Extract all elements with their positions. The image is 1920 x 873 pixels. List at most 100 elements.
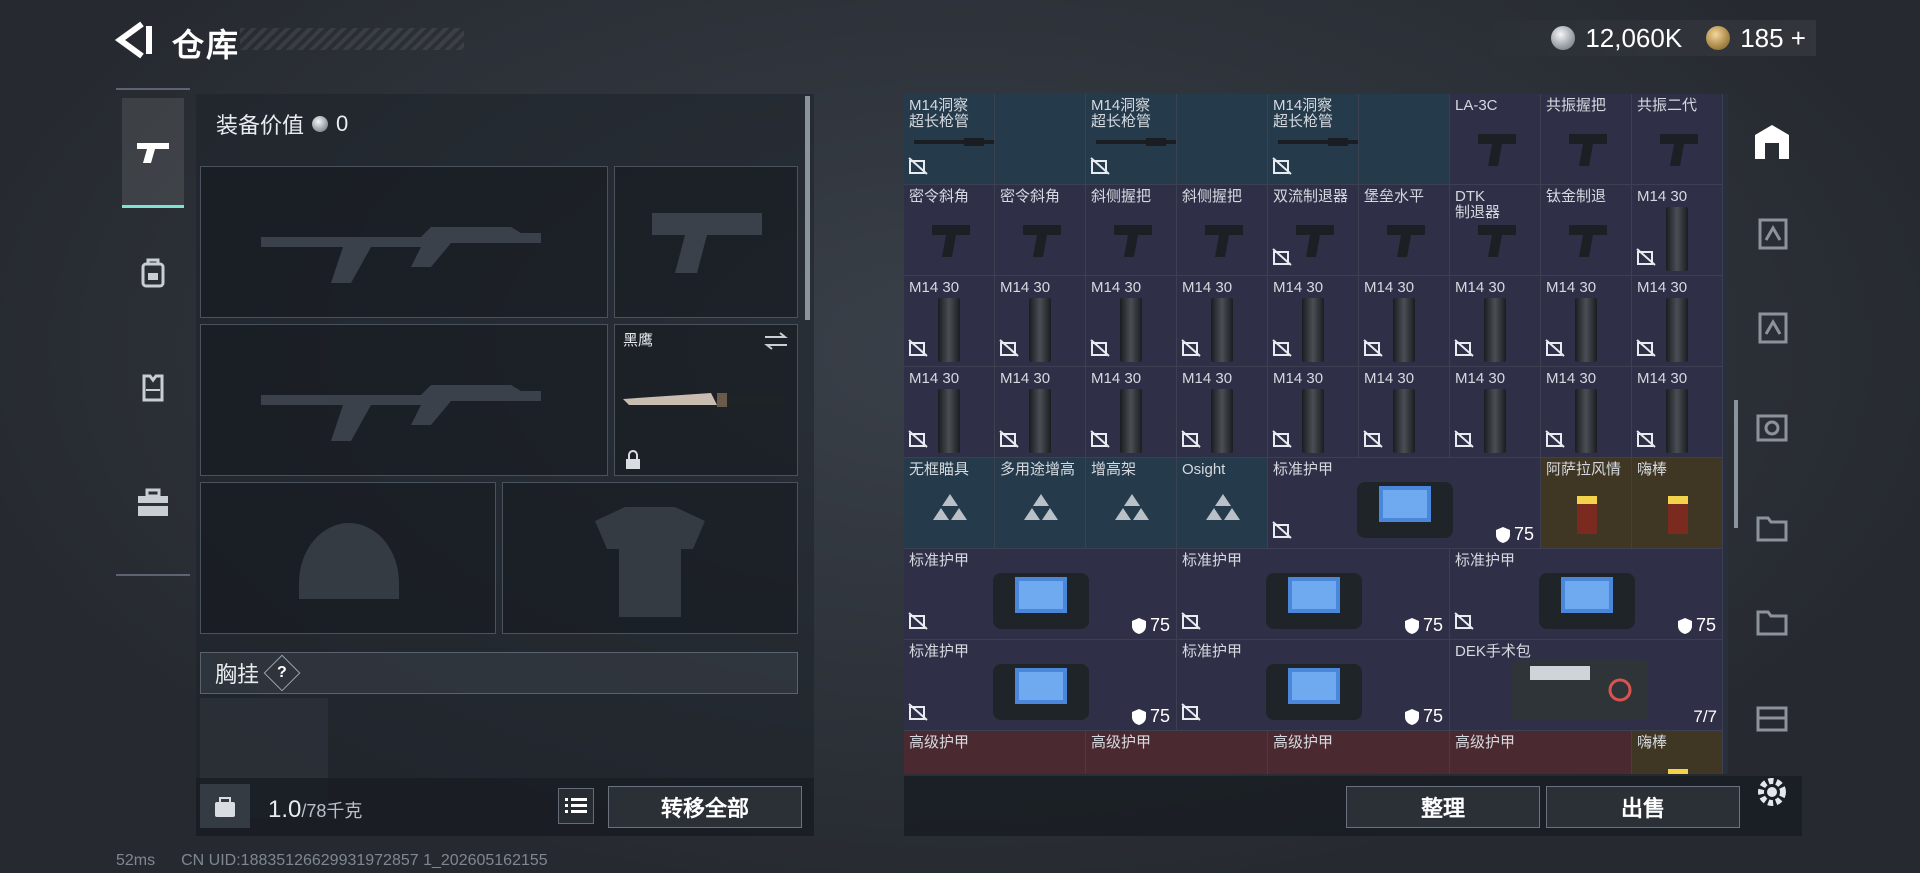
inventory-item[interactable]: M14 30 [1086, 276, 1177, 367]
primary-weapon-slot[interactable] [200, 166, 608, 318]
help-icon[interactable]: ? [263, 654, 301, 692]
inventory-item[interactable]: M14 30 [1359, 367, 1450, 458]
not-insured-icon [1090, 430, 1110, 453]
armor-durability-value: 75 [1513, 524, 1534, 544]
inventory-item[interactable]: LA-3C [1450, 94, 1541, 185]
body-armor-slot[interactable] [502, 482, 798, 634]
inventory-item[interactable]: 密令斜角 [995, 185, 1086, 276]
inventory-item[interactable] [995, 94, 1086, 185]
inventory-item[interactable]: 阿萨拉风情 [1541, 458, 1632, 549]
inventory-item[interactable]: DEK手术包 7/7 [1450, 640, 1723, 731]
inventory-item[interactable]: 嗨棒 [1632, 458, 1723, 549]
inventory-item[interactable] [1359, 94, 1450, 185]
sell-button[interactable]: 出售 [1546, 786, 1740, 828]
inventory-item[interactable]: M14 30 [1177, 276, 1268, 367]
inventory-item[interactable]: M14 30 [1268, 367, 1359, 458]
item-name: M14 30 [1273, 370, 1324, 387]
inventory-item[interactable]: 增高架 [1086, 458, 1177, 549]
inventory-item[interactable]: M14洞察 超长枪管 [904, 94, 995, 185]
inventory-item[interactable]: 标准护甲 75 [904, 640, 1177, 731]
inventory-item[interactable]: M14 30 [1632, 367, 1723, 458]
tab-case[interactable] [122, 448, 184, 558]
tab-storage-4[interactable] [1744, 384, 1800, 472]
tab-armor[interactable] [122, 332, 184, 442]
transfer-all-button[interactable]: 转移全部 [608, 786, 802, 828]
tab-storage-main[interactable] [1744, 98, 1800, 186]
item-name: M14 30 [1182, 279, 1233, 296]
tab-storage-7[interactable] [1744, 674, 1800, 762]
tab-storage-5[interactable] [1744, 484, 1800, 572]
settings-button[interactable] [1752, 772, 1792, 812]
inventory-item[interactable]: M14洞察 超长枪管 [1268, 94, 1359, 185]
inventory-item[interactable]: 堡垒水平 [1359, 185, 1450, 276]
inventory-item[interactable]: M14 30 [1541, 367, 1632, 458]
inventory-item[interactable]: DTK 制退器 [1450, 185, 1541, 276]
warehouse-icon [1755, 125, 1789, 159]
magazine-icon [1666, 298, 1688, 362]
inventory-item[interactable]: M14 30 [995, 367, 1086, 458]
not-insured-icon [908, 612, 928, 635]
inventory-item[interactable]: M14 30 [1450, 276, 1541, 367]
inventory-item[interactable]: M14 30 [995, 276, 1086, 367]
swap-icon[interactable] [763, 331, 789, 351]
inventory-item[interactable]: 标准护甲 75 [1177, 549, 1450, 640]
inventory-item[interactable]: 共振握把 [1541, 94, 1632, 185]
inventory-item[interactable]: 标准护甲 75 [1450, 549, 1723, 640]
inventory-item[interactable]: M14 30 [1541, 276, 1632, 367]
inventory-item[interactable]: 高级护甲 [904, 731, 1086, 774]
secondary-weapon-slot[interactable] [200, 324, 608, 476]
inventory-item[interactable]: 嗨棒 [1632, 731, 1723, 774]
melee-slot[interactable]: 黑鹰 [614, 324, 798, 476]
inventory-item[interactable]: 标准护甲 75 [904, 549, 1177, 640]
inventory-item[interactable]: 多用途增高 [995, 458, 1086, 549]
tab-weapons[interactable] [122, 98, 184, 208]
equipment-scrollbar[interactable] [805, 96, 810, 320]
inventory-item[interactable]: 斜侧握把 [1086, 185, 1177, 276]
inventory-item[interactable]: 高级护甲 [1450, 731, 1632, 774]
inventory-item[interactable]: 钛金制退 [1541, 185, 1632, 276]
list-view-button[interactable] [558, 788, 594, 824]
back-button[interactable] [112, 18, 160, 62]
inventory-scrollbar[interactable] [1734, 400, 1738, 528]
inventory-item[interactable]: 双流制退器 [1268, 185, 1359, 276]
inventory-item[interactable]: 高级护甲 [1086, 731, 1268, 774]
inventory-item[interactable]: 斜侧握把 [1177, 185, 1268, 276]
inventory-item[interactable]: Osight [1177, 458, 1268, 549]
inventory-item[interactable]: M14 30 [1632, 276, 1723, 367]
magazine-icon [1211, 298, 1233, 362]
helmet-slot[interactable] [200, 482, 496, 634]
attachment-icon [926, 215, 976, 268]
armor-vest-icon [989, 654, 1093, 729]
inventory-item[interactable]: M14 30 [1268, 276, 1359, 367]
inventory-item[interactable]: 无框瞄具 [904, 458, 995, 549]
inventory-item[interactable]: M14洞察 超长枪管 [1086, 94, 1177, 185]
pistol-slot[interactable] [614, 166, 798, 318]
inventory-item[interactable]: 共振二代 [1632, 94, 1723, 185]
attachment-icon [1290, 215, 1340, 268]
tab-storage-6[interactable] [1744, 578, 1800, 666]
inventory-item[interactable]: M14 30 [1177, 367, 1268, 458]
sort-button[interactable]: 整理 [1346, 786, 1540, 828]
inventory-item[interactable]: M14 30 [904, 276, 995, 367]
inventory-item[interactable]: 标准护甲 75 [1268, 458, 1541, 549]
gold-amount[interactable]: 185 + [1740, 23, 1806, 54]
inventory-item[interactable]: M14 30 [904, 367, 995, 458]
tab-backpack[interactable] [122, 218, 184, 328]
tab-storage-3[interactable] [1744, 284, 1800, 372]
attachment-icon [1563, 215, 1613, 268]
item-name: M14 30 [909, 279, 960, 296]
inventory-item[interactable]: M14 30 [1086, 367, 1177, 458]
inventory-item[interactable] [1177, 94, 1268, 185]
inventory-item[interactable]: 高级护甲 [1268, 731, 1450, 774]
item-name: M14 30 [1091, 370, 1142, 387]
tab-storage-2[interactable] [1744, 190, 1800, 278]
inventory-item[interactable]: 密令斜角 [904, 185, 995, 276]
magazine-icon [1302, 389, 1324, 453]
inventory-item[interactable]: M14 30 [1450, 367, 1541, 458]
item-name: M14 30 [1273, 279, 1324, 296]
inventory-item[interactable]: M14 30 [1359, 276, 1450, 367]
item-count: 7/7 [1693, 707, 1717, 726]
inventory-item[interactable]: M14 30 [1632, 185, 1723, 276]
inventory-item[interactable]: 标准护甲 75 [1177, 640, 1450, 731]
rifle-silhouette-icon [261, 227, 541, 283]
